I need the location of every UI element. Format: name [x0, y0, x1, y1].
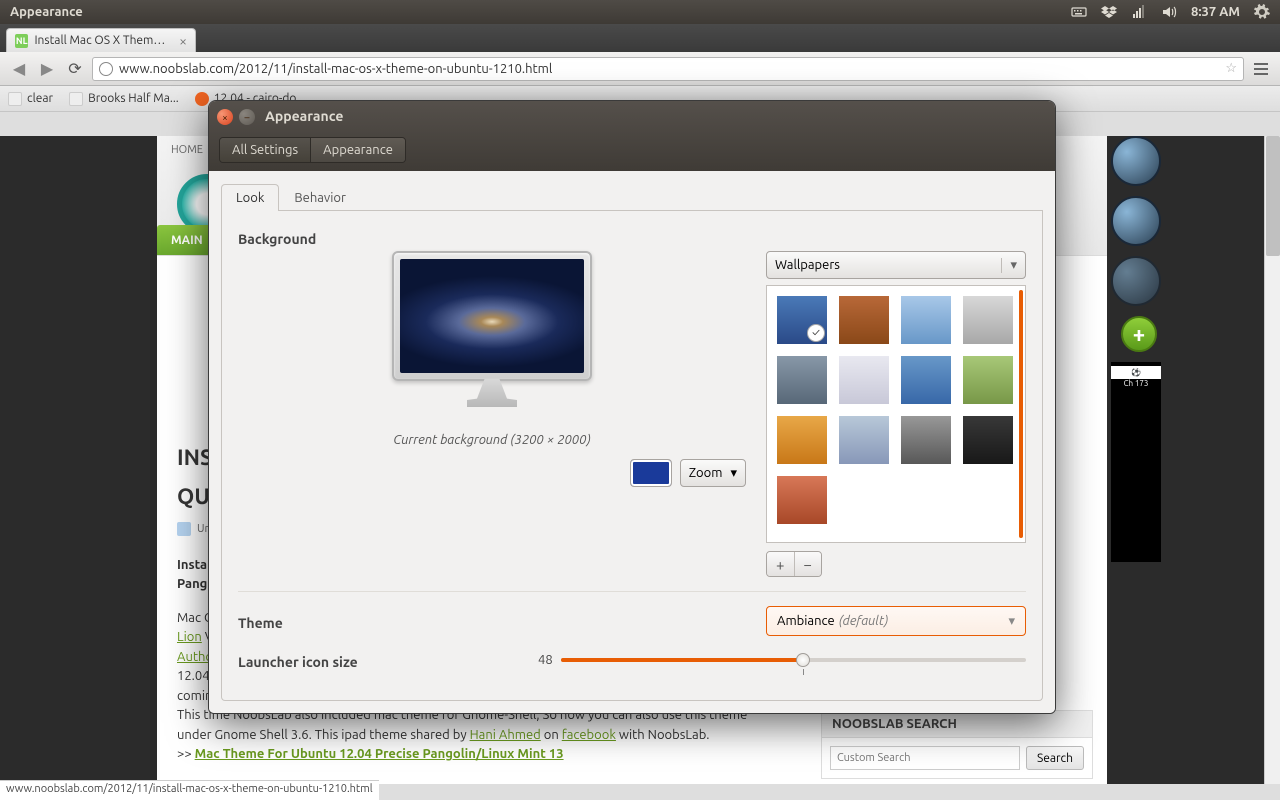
- linuxos-badge[interactable]: [1111, 136, 1161, 186]
- wallpaper-thumb[interactable]: [901, 356, 951, 404]
- tab-title: Install Mac OS X Theme on: [34, 34, 171, 47]
- tab-behavior[interactable]: Behavior: [279, 184, 361, 211]
- link-hani[interactable]: Hani Ahmed: [470, 728, 541, 742]
- remove-wallpaper-button[interactable]: −: [795, 552, 822, 576]
- askubuntu-icon: [195, 92, 209, 106]
- page-icon: [8, 92, 22, 106]
- window-minimize-button[interactable]: –: [239, 109, 255, 125]
- link-lion[interactable]: Lion: [177, 630, 202, 644]
- chevron-down-icon: ▾: [730, 466, 737, 481]
- search-box: NOOBSLAB SEARCH Search: [821, 710, 1093, 779]
- bookmark-star-icon[interactable]: ☆: [1225, 61, 1237, 76]
- badge-2[interactable]: [1111, 196, 1161, 246]
- browser-status-bar: www.noobslab.com/2012/11/install-mac-os-…: [0, 780, 379, 800]
- wallpaper-grid: [766, 285, 1026, 543]
- browser-tab[interactable]: NL Install Mac OS X Theme on ×: [6, 28, 196, 52]
- appearance-dialog: × – Appearance All Settings Appearance L…: [208, 100, 1056, 714]
- side-badges: + ⚽Ch 173: [1111, 136, 1167, 562]
- site-icon: [99, 62, 113, 76]
- wallpaper-thumb[interactable]: [901, 296, 951, 344]
- wallpaper-thumb[interactable]: [777, 476, 827, 524]
- url-text: www.noobslab.com/2012/11/install-mac-os-…: [119, 62, 552, 76]
- chevron-down-icon: ▾: [1001, 258, 1017, 273]
- add-badge[interactable]: +: [1121, 316, 1157, 352]
- chevron-down-icon: ▾: [1008, 614, 1015, 629]
- crumb-all-settings[interactable]: All Settings: [220, 138, 311, 162]
- forward-button: ▶: [36, 58, 58, 80]
- wallpaper-thumb[interactable]: [839, 356, 889, 404]
- dialog-breadcrumb: All Settings Appearance: [219, 137, 406, 163]
- background-label: Background: [238, 227, 418, 247]
- page-scrollbar[interactable]: [1264, 136, 1280, 784]
- current-background-label: Current background (3200 × 2000): [238, 433, 746, 447]
- url-bar[interactable]: www.noobslab.com/2012/11/install-mac-os-…: [92, 57, 1244, 81]
- para-link2: >> Mac Theme For Ubuntu 12.04 Precise Pa…: [177, 745, 757, 765]
- monitor-preview: [387, 251, 597, 421]
- wallpaper-thumb[interactable]: [963, 416, 1013, 464]
- sidebar-ad[interactable]: ⚽Ch 173: [1111, 362, 1161, 562]
- dialog-tabs: Look Behavior: [221, 183, 1043, 211]
- tab-look[interactable]: Look: [221, 184, 279, 211]
- search-button[interactable]: Search: [1026, 746, 1084, 770]
- keyboard-icon[interactable]: [1071, 4, 1087, 20]
- clock[interactable]: 8:37 AM: [1191, 5, 1240, 19]
- launcher-size-slider[interactable]: [561, 653, 1026, 667]
- gear-icon[interactable]: [1254, 4, 1270, 20]
- link-mac-theme-1204[interactable]: Mac Theme For Ubuntu 12.04 Precise Pango…: [195, 747, 564, 761]
- launcher-size-value: 48: [538, 653, 553, 667]
- nav-toolbar: ◀ ▶ ⟳ www.noobslab.com/2012/11/install-m…: [0, 52, 1280, 86]
- wallpaper-thumb[interactable]: [963, 356, 1013, 404]
- browser-menu-button[interactable]: [1250, 63, 1272, 75]
- background-color-button[interactable]: [630, 459, 672, 487]
- wallpaper-scrollbar[interactable]: [1019, 290, 1023, 538]
- active-app-title: Appearance: [10, 5, 83, 19]
- volume-icon[interactable]: [1161, 4, 1177, 20]
- wallpaper-thumb[interactable]: [777, 296, 827, 344]
- scaling-select[interactable]: Zoom▾: [680, 459, 746, 487]
- wallpaper-thumb[interactable]: [839, 416, 889, 464]
- scroll-thumb[interactable]: [1266, 136, 1280, 256]
- wallpaper-thumb[interactable]: [901, 416, 951, 464]
- window-close-button[interactable]: ×: [217, 109, 233, 125]
- network-icon[interactable]: [1131, 4, 1147, 20]
- back-button[interactable]: ◀: [8, 58, 30, 80]
- theme-select[interactable]: Ambiance (default) ▾: [766, 606, 1026, 636]
- search-title: NOOBSLAB SEARCH: [822, 711, 1092, 738]
- wallpaper-preview-image: [400, 259, 584, 373]
- badge-3[interactable]: [1111, 256, 1161, 306]
- gnome-top-panel: Appearance 8:37 AM: [0, 0, 1280, 24]
- author-icon: [177, 522, 191, 536]
- theme-label: Theme: [238, 611, 418, 631]
- link-facebook[interactable]: facebook: [562, 728, 616, 742]
- dialog-titlebar[interactable]: × – Appearance All Settings Appearance: [209, 101, 1055, 171]
- crumb-appearance[interactable]: Appearance: [311, 138, 405, 162]
- wallpaper-thumb[interactable]: [963, 296, 1013, 344]
- reload-button[interactable]: ⟳: [64, 58, 86, 80]
- bookmark-clear[interactable]: clear: [8, 92, 53, 106]
- dropbox-icon[interactable]: [1101, 4, 1117, 20]
- page-icon: [69, 92, 83, 106]
- wallpaper-source-select[interactable]: Wallpapers ▾: [766, 251, 1026, 279]
- search-input[interactable]: [830, 746, 1020, 770]
- dialog-title: Appearance: [265, 108, 343, 124]
- breadcrumb[interactable]: HOME: [171, 144, 203, 156]
- wallpaper-thumb[interactable]: [839, 296, 889, 344]
- bookmark-brooks[interactable]: Brooks Half Ma...: [69, 92, 179, 106]
- tab-strip: NL Install Mac OS X Theme on ×: [0, 24, 1280, 52]
- add-wallpaper-button[interactable]: +: [767, 552, 795, 576]
- tab-close-icon[interactable]: ×: [179, 33, 187, 49]
- wallpaper-thumb[interactable]: [777, 356, 827, 404]
- wallpaper-thumb[interactable]: [777, 416, 827, 464]
- favicon: NL: [15, 34, 28, 48]
- launcher-size-label: Launcher icon size: [238, 650, 538, 670]
- background-preview: Current background (3200 × 2000) Zoom▾: [238, 251, 746, 577]
